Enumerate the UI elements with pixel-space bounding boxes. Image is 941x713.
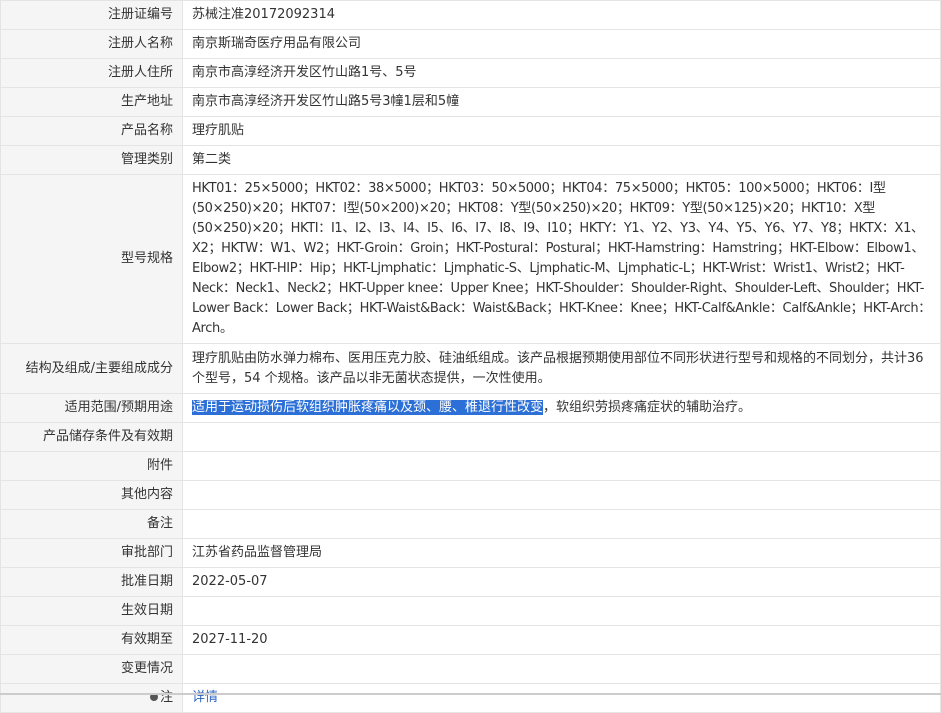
row-label-intended-use: 适用范围/预期用途 xyxy=(0,393,183,423)
table-row: 注册人住所 南京市高淳经济开发区竹山路1号、5号 xyxy=(0,58,941,88)
row-value-model-spec: HKT01：25×5000；HKT02：38×5000；HKT03：50×500… xyxy=(182,174,941,344)
table-row: 审批部门 江苏省药品监督管理局 xyxy=(0,538,941,568)
row-value-registrant-address: 南京市高淳经济开发区竹山路1号、5号 xyxy=(182,58,941,88)
row-value-storage xyxy=(182,422,941,452)
table-row: 注册证编号 苏械注准20172092314 xyxy=(0,0,941,30)
row-value-approval-date: 2022-05-07 xyxy=(182,567,941,597)
table-row: 生产地址 南京市高淳经济开发区竹山路5号3幢1层和5幢 xyxy=(0,87,941,117)
row-value-remarks xyxy=(182,509,941,539)
row-value-change-status xyxy=(182,654,941,684)
table-row: 注册人名称 南京斯瑞奇医疗用品有限公司 xyxy=(0,29,941,59)
row-value-valid-until: 2027-11-20 xyxy=(182,625,941,655)
table-row: 注 详情 xyxy=(0,683,941,713)
table-row: 批准日期 2022-05-07 xyxy=(0,567,941,597)
row-value-effective-date xyxy=(182,596,941,626)
table-row: 有效期至 2027-11-20 xyxy=(0,625,941,655)
table-row: 管理类别 第二类 xyxy=(0,145,941,175)
row-label-valid-until: 有效期至 xyxy=(0,625,183,655)
row-label-model-spec: 型号规格 xyxy=(0,174,183,344)
row-value-attachment xyxy=(182,451,941,481)
row-label-note: 注 xyxy=(0,683,183,713)
table-row: 变更情况 xyxy=(0,654,941,684)
row-value-registration-number: 苏械注准20172092314 xyxy=(182,0,941,30)
table-row: 其他内容 xyxy=(0,480,941,510)
table-row: 结构及组成/主要组成成分 理疗肌贴由防水弹力棉布、医用压克力胶、硅油纸组成。该产… xyxy=(0,343,941,394)
row-label-management-category: 管理类别 xyxy=(0,145,183,175)
row-value-product-name: 理疗肌贴 xyxy=(182,116,941,146)
row-label-remarks: 备注 xyxy=(0,509,183,539)
row-label-other-content: 其他内容 xyxy=(0,480,183,510)
table-row: 适用范围/预期用途 适用于运动损伤后软组织肿胀疼痛以及颈、腰、椎退行性改变，软组… xyxy=(0,393,941,423)
row-value-production-address: 南京市高淳经济开发区竹山路5号3幢1层和5幢 xyxy=(182,87,941,117)
table-row: 备注 xyxy=(0,509,941,539)
row-value-management-category: 第二类 xyxy=(182,145,941,175)
row-label-storage: 产品储存条件及有效期 xyxy=(0,422,183,452)
row-label-attachment: 附件 xyxy=(0,451,183,481)
table-row: 产品名称 理疗肌贴 xyxy=(0,116,941,146)
row-value-structure: 理疗肌贴由防水弹力棉布、医用压克力胶、硅油纸组成。该产品根据预期使用部位不同形状… xyxy=(182,343,941,394)
row-value-registrant-name: 南京斯瑞奇医疗用品有限公司 xyxy=(182,29,941,59)
intended-use-rest: ，软组织劳损疼痛症状的辅助治疗。 xyxy=(543,400,752,415)
registration-detail-table: 注册证编号 苏械注准20172092314 注册人名称 南京斯瑞奇医疗用品有限公… xyxy=(0,0,941,713)
row-value-intended-use: 适用于运动损伤后软组织肿胀疼痛以及颈、腰、椎退行性改变，软组织劳损疼痛症状的辅助… xyxy=(182,393,941,423)
bottom-divider xyxy=(0,693,941,695)
row-value-note: 详情 xyxy=(182,683,941,713)
row-label-registrant-address: 注册人住所 xyxy=(0,58,183,88)
row-label-effective-date: 生效日期 xyxy=(0,596,183,626)
row-value-other-content xyxy=(182,480,941,510)
table-row: 型号规格 HKT01：25×5000；HKT02：38×5000；HKT03：5… xyxy=(0,174,941,344)
selected-text[interactable]: 适用于运动损伤后软组织肿胀疼痛以及颈、腰、椎退行性改变 xyxy=(192,400,544,415)
row-label-product-name: 产品名称 xyxy=(0,116,183,146)
row-label-registrant-name: 注册人名称 xyxy=(0,29,183,59)
row-label-structure: 结构及组成/主要组成成分 xyxy=(0,343,183,394)
row-label-registration-number: 注册证编号 xyxy=(0,0,183,30)
row-label-production-address: 生产地址 xyxy=(0,87,183,117)
row-label-approval-dept: 审批部门 xyxy=(0,538,183,568)
table-row: 生效日期 xyxy=(0,596,941,626)
table-row: 产品储存条件及有效期 xyxy=(0,422,941,452)
row-label-approval-date: 批准日期 xyxy=(0,567,183,597)
row-value-approval-dept: 江苏省药品监督管理局 xyxy=(182,538,941,568)
table-row: 附件 xyxy=(0,451,941,481)
row-label-change-status: 变更情况 xyxy=(0,654,183,684)
